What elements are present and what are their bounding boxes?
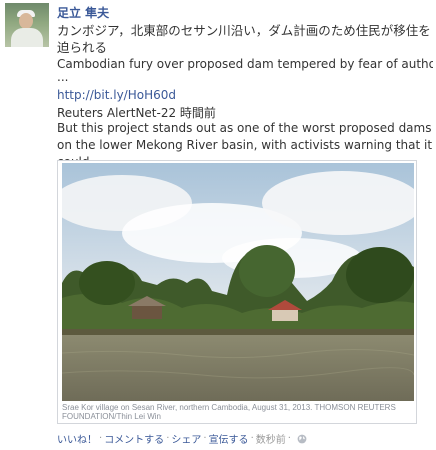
separator: ·: [287, 433, 291, 444]
shared-source: Reuters AlertNet-22 時間前: [57, 106, 216, 120]
comment-link[interactable]: コメントする: [104, 431, 164, 446]
separator: ·: [250, 433, 254, 444]
post-message: カンボジア，北東部のセサン川沿い，ダム計画のため住民が移住を迫られる: [57, 23, 431, 55]
share-link[interactable]: シェア: [171, 431, 201, 446]
photo-caption: Srae Kor village on Sesan River, norther…: [62, 403, 396, 421]
like-link[interactable]: いいね！: [57, 431, 97, 446]
separator: ·: [166, 433, 170, 444]
shared-photo-card[interactable]: Srae Kor village on Sesan River, norther…: [57, 160, 417, 424]
promote-link[interactable]: 宣伝する: [209, 431, 249, 446]
globe-icon[interactable]: [297, 434, 307, 444]
shared-photo[interactable]: [62, 163, 414, 401]
avatar[interactable]: [5, 3, 49, 47]
separator: ·: [99, 433, 103, 444]
timestamp[interactable]: 数秒前: [256, 431, 286, 446]
shared-title[interactable]: Cambodian fury over proposed dam tempere…: [57, 56, 433, 72]
shared-title-ellipsis: ...: [57, 70, 69, 84]
post-actions: いいね！ · コメントする · シェア · 宣伝する · 数秒前 ·: [57, 431, 307, 446]
author-name[interactable]: 足立 隼夫: [57, 4, 109, 21]
separator: ·: [203, 433, 207, 444]
shared-link[interactable]: http://bit.ly/HoH60d: [57, 88, 176, 102]
